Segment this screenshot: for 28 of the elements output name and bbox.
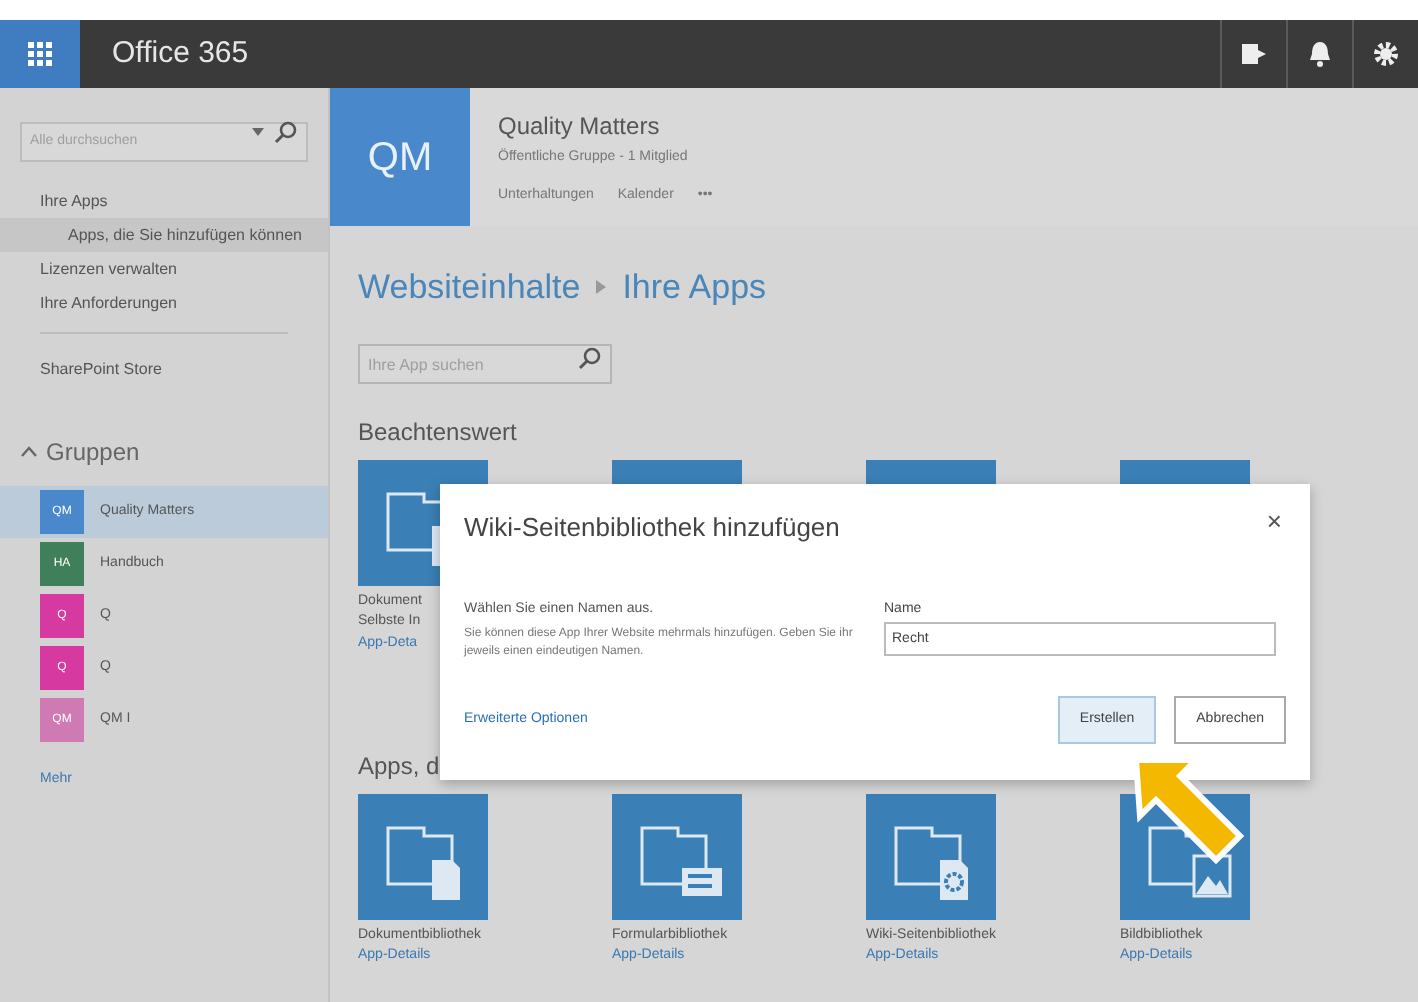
nav-item[interactable]: Ihre Anforderungen xyxy=(0,286,328,320)
page-title: Ihre Apps xyxy=(622,266,767,310)
nav-item[interactable]: Apps, die Sie hinzufügen können xyxy=(0,218,328,252)
section-heading: Beachtenswert xyxy=(358,415,519,449)
nav-item[interactable]: SharePoint Store xyxy=(0,358,328,382)
close-button[interactable]: × xyxy=(1266,508,1282,534)
search-icon xyxy=(578,345,602,369)
nav-item[interactable]: Ihre Apps xyxy=(0,184,328,218)
chevron-right-icon xyxy=(596,280,607,295)
group-tile: QM xyxy=(330,88,470,226)
app-tile[interactable] xyxy=(358,793,488,919)
search-icon xyxy=(274,120,298,144)
section-heading: Apps, d xyxy=(358,749,442,783)
waffle-icon xyxy=(28,42,52,66)
settings-icon xyxy=(1372,40,1400,68)
search-field[interactable]: Ihre App suchen xyxy=(358,344,612,384)
breadcrumb-link[interactable]: Websiteinhalte xyxy=(358,262,581,313)
app-tile[interactable] xyxy=(612,793,742,919)
dialog-title: Wiki-Seitenbibliothek hinzufügen xyxy=(464,510,840,546)
app-title: Office 365 xyxy=(112,33,249,74)
section-heading: Gruppen xyxy=(46,436,140,470)
chevron-up-icon xyxy=(20,446,38,458)
nav-item[interactable]: Lizenzen verwalten xyxy=(0,252,328,286)
notifications-icon xyxy=(1306,40,1334,68)
app-launcher-button[interactable] xyxy=(0,20,80,88)
caret-icon xyxy=(252,128,264,136)
group-title: Quality Matters xyxy=(498,110,662,144)
app-tile[interactable] xyxy=(866,793,996,919)
